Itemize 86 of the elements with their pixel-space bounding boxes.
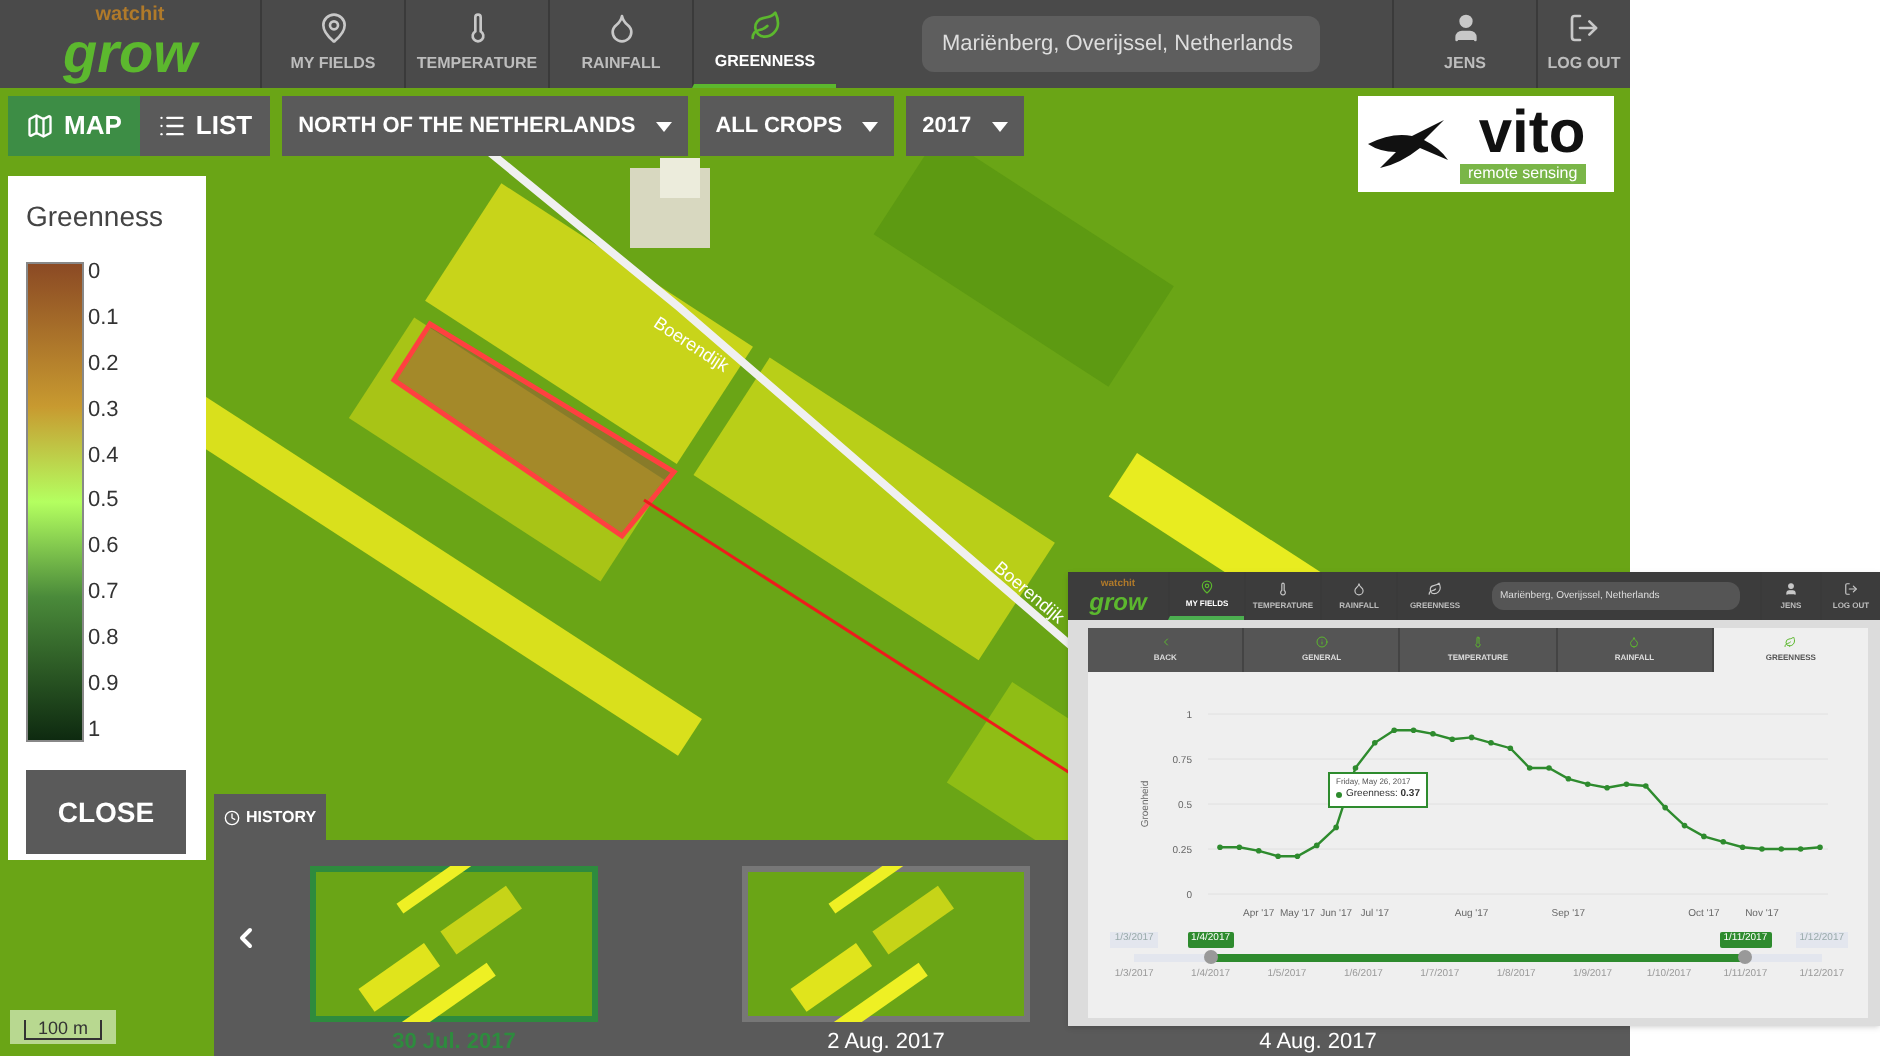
legend-tick-label: 0.1 <box>88 307 119 330</box>
thumbnail-date: 4 Aug. 2017 <box>1259 1028 1377 1056</box>
legend-tick-label: 0.2 <box>88 353 119 376</box>
info-icon <box>1315 636 1328 648</box>
legend-tick-label: 0.7 <box>88 582 119 605</box>
logout-icon <box>1568 12 1600 44</box>
search-field[interactable]: Mariënberg, Overijssel, Netherlands <box>922 16 1320 72</box>
map-icon <box>26 112 54 140</box>
history-tab[interactable]: HISTORY <box>214 794 326 840</box>
data-point <box>1468 734 1475 741</box>
data-point <box>1410 727 1417 733</box>
legend-tick-label: 1 <box>88 719 103 742</box>
user-icon <box>1449 12 1481 44</box>
data-point <box>1507 745 1514 751</box>
legend-title: Greenness <box>26 198 165 236</box>
data-point <box>1488 740 1494 746</box>
chevron-left-icon <box>1159 636 1172 648</box>
legend-tick-label: 0.5 <box>88 490 119 513</box>
dropdown[interactable]: 2017 <box>906 96 1024 156</box>
legend-tick-label: 0.6 <box>88 536 119 559</box>
scale-label: 100 m <box>23 1020 102 1040</box>
drop-icon <box>1352 581 1366 595</box>
data-point <box>1643 783 1649 789</box>
logo-text: grow <box>63 26 197 82</box>
data-point <box>1604 785 1610 791</box>
pin-icon <box>317 12 349 44</box>
data-point <box>1217 844 1223 850</box>
data-point <box>1720 839 1727 845</box>
satellite-thumbnail[interactable] <box>742 866 1030 1022</box>
data-point <box>1565 776 1572 782</box>
user-icon <box>1784 581 1798 595</box>
caret-icon <box>862 121 879 131</box>
legend-tick-label: 0 <box>88 262 103 284</box>
data-point <box>1449 736 1456 742</box>
view-toggle[interactable]: MAP <box>8 96 140 156</box>
clock-icon <box>223 809 240 825</box>
thermometer-icon <box>1276 581 1290 595</box>
legend-tick-label: 0.9 <box>88 674 119 697</box>
data-point <box>1313 842 1320 849</box>
data-point <box>1275 853 1281 859</box>
drop-icon <box>605 12 637 44</box>
data-point <box>1546 765 1552 771</box>
data-point <box>1430 731 1436 737</box>
data-point <box>1817 844 1823 850</box>
data-point <box>1294 853 1301 859</box>
leaf-icon <box>749 10 781 42</box>
building <box>630 158 710 248</box>
data-point <box>1778 846 1785 852</box>
data-point <box>1372 740 1378 746</box>
pin-icon <box>1200 579 1214 593</box>
dropdown[interactable]: ALL CROPS <box>699 96 895 156</box>
logout-icon <box>1844 581 1858 595</box>
satellite-thumbnail[interactable] <box>310 866 598 1022</box>
thumbnail-date: 2 Aug. 2017 <box>827 1028 945 1056</box>
slider-handle[interactable] <box>1203 950 1218 964</box>
view-toggle[interactable]: LIST <box>139 96 271 156</box>
data-point <box>1662 804 1668 811</box>
drop-icon <box>1628 636 1641 648</box>
data-point <box>1236 844 1243 850</box>
logo-tagline: remote sensing <box>1460 164 1586 184</box>
data-point <box>1255 848 1262 854</box>
close-button[interactable]: CLOSE <box>26 770 186 854</box>
data-point <box>1759 846 1765 852</box>
caret-icon <box>655 121 672 131</box>
slider-handle[interactable] <box>1738 950 1753 964</box>
legend-tick-label: 0.4 <box>88 445 119 468</box>
logo-text: vito <box>1478 104 1586 164</box>
leaf-icon <box>1784 636 1797 648</box>
data-point <box>1623 781 1630 787</box>
list-icon <box>157 112 186 140</box>
data-point <box>1701 833 1707 840</box>
data-point <box>1333 824 1339 831</box>
leaf-icon <box>1428 581 1442 595</box>
logo-text: watchit <box>95 6 165 26</box>
dropdown[interactable]: NORTH OF THE NETHERLANDS <box>282 96 688 156</box>
data-point <box>1391 727 1397 733</box>
logo-text: grow <box>1089 589 1147 613</box>
data-point <box>1526 765 1533 771</box>
data-point <box>1681 822 1688 829</box>
data-point <box>1739 844 1746 850</box>
legend-tick-label: 0.3 <box>88 399 119 422</box>
data-point <box>1797 846 1804 852</box>
leaping-animal-icon <box>1364 116 1452 172</box>
data-point <box>1584 781 1591 787</box>
legend-tick-label: 0.8 <box>88 628 119 651</box>
thermometer-icon <box>1472 636 1484 648</box>
